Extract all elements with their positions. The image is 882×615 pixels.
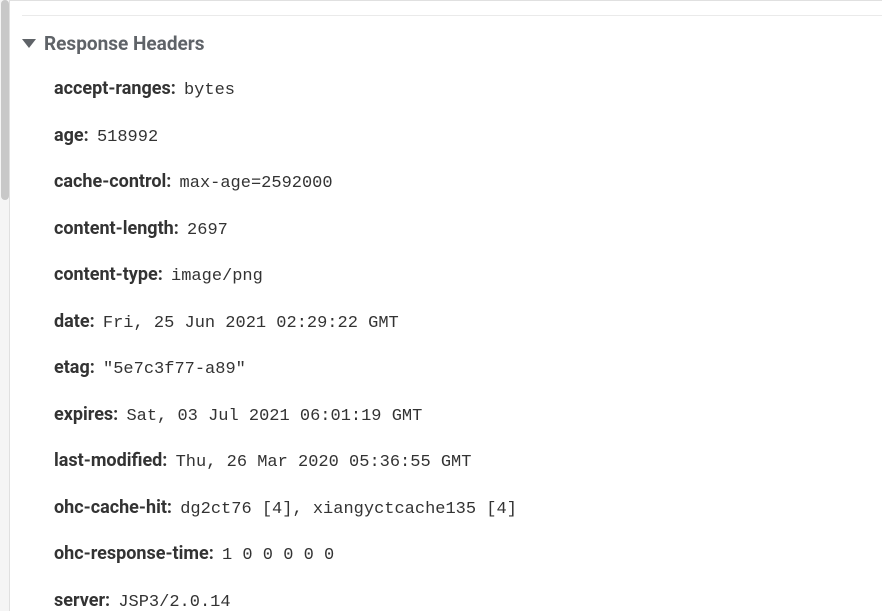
header-row: content-length: 2697 <box>54 215 882 244</box>
header-row: last-modified: Thu, 26 Mar 2020 05:36:55… <box>54 447 882 476</box>
header-row: accept-ranges: bytes <box>54 75 882 104</box>
header-value: max-age=2592000 <box>180 174 333 193</box>
header-row: date: Fri, 25 Jun 2021 02:29:22 GMT <box>54 308 882 337</box>
headers-panel: Response Headers accept-ranges: bytes ag… <box>10 0 882 611</box>
section-divider <box>22 15 882 16</box>
header-name: accept-ranges: <box>54 78 176 99</box>
header-value: Thu, 26 Mar 2020 05:36:55 GMT <box>176 453 472 472</box>
header-value: bytes <box>184 81 235 100</box>
header-name: date: <box>54 311 95 332</box>
header-value: 2697 <box>187 221 228 240</box>
header-name: last-modified: <box>54 450 167 471</box>
scrollbar-thumb[interactable] <box>1 0 9 200</box>
header-value: dg2ct76 [4], xiangyctcache135 [4] <box>180 500 517 519</box>
header-name: cache-control: <box>54 171 171 192</box>
header-row: ohc-response-time: 1 0 0 0 0 0 <box>54 540 882 569</box>
header-row: etag: "5e7c3f77-a89" <box>54 354 882 383</box>
response-headers-toggle[interactable]: Response Headers <box>22 32 882 55</box>
header-value: JSP3/2.0.14 <box>118 593 230 612</box>
header-value: 1 0 0 0 0 0 <box>222 546 334 565</box>
section-title: Response Headers <box>44 32 205 55</box>
header-row: cache-control: max-age=2592000 <box>54 168 882 197</box>
header-row: age: 518992 <box>54 122 882 151</box>
expand-collapse-icon <box>22 39 36 48</box>
headers-list: accept-ranges: bytes age: 518992 cache-c… <box>54 75 882 615</box>
header-name: content-length: <box>54 218 179 239</box>
header-name: age: <box>54 125 89 146</box>
header-row: content-type: image/png <box>54 261 882 290</box>
header-row: expires: Sat, 03 Jul 2021 06:01:19 GMT <box>54 401 882 430</box>
scrollbar-track[interactable] <box>0 0 10 611</box>
header-name: ohc-response-time: <box>54 543 214 564</box>
header-name: etag: <box>54 357 95 378</box>
header-value: 518992 <box>97 128 158 147</box>
header-value: image/png <box>171 267 263 286</box>
header-value: Fri, 25 Jun 2021 02:29:22 GMT <box>103 314 399 333</box>
header-row: ohc-cache-hit: dg2ct76 [4], xiangyctcach… <box>54 494 882 523</box>
header-name: content-type: <box>54 264 163 285</box>
header-value: Sat, 03 Jul 2021 06:01:19 GMT <box>126 407 422 426</box>
header-value: "5e7c3f77-a89" <box>103 360 246 379</box>
header-name: expires: <box>54 404 118 425</box>
header-name: server: <box>54 590 110 611</box>
header-name: ohc-cache-hit: <box>54 497 172 518</box>
